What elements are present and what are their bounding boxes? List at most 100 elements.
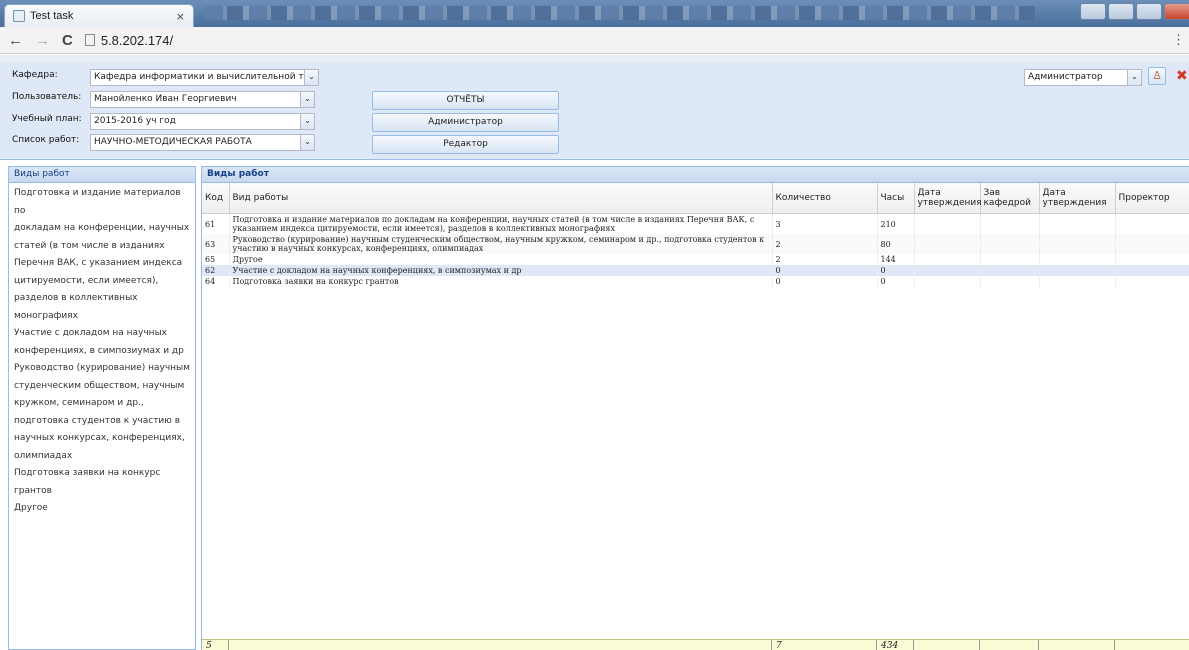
cell-empty — [1115, 253, 1189, 265]
cell-code: 63 — [202, 233, 230, 254]
list-item[interactable]: олимпиадах — [12, 448, 192, 466]
cell-hours: 0 — [877, 275, 915, 287]
works-list-label: Список работ: — [12, 135, 80, 145]
cell-empty — [914, 253, 981, 265]
work-types-panel-title: Виды работ — [9, 167, 195, 183]
works-list-select[interactable]: НАУЧНО-МЕТОДИЧЕСКАЯ РАБОТА ⌄ — [90, 134, 315, 151]
table-row[interactable]: 62 Участие с докладом на научных конфере… — [202, 264, 1189, 276]
browser-menu-icon[interactable]: ⋮ — [1172, 32, 1185, 48]
cell-code: 62 — [202, 264, 230, 276]
cell-work-type: Участие с докладом на научных конференци… — [229, 264, 773, 276]
maximize-icon[interactable] — [1136, 3, 1162, 20]
list-item[interactable]: студенческим обществом, научным — [12, 378, 192, 396]
column-header-head-of-department[interactable]: Зав кафедрой — [980, 183, 1040, 214]
column-header-hours[interactable]: Часы — [877, 183, 915, 214]
cell-empty — [1039, 253, 1116, 265]
cell-hours: 144 — [877, 253, 915, 265]
minimize-icon[interactable] — [1108, 3, 1134, 20]
list-item[interactable]: Подготовка заявки на конкурс грантов — [12, 465, 192, 500]
table-row[interactable]: 65 Другое 2 144 — [202, 253, 1189, 265]
cell-quantity: 0 — [772, 264, 878, 276]
summary-count: 5 — [202, 640, 229, 650]
list-item[interactable]: Другое — [12, 500, 192, 518]
role-select[interactable]: Администратор ⌄ — [1024, 69, 1142, 86]
list-item[interactable]: Подготовка и издание материалов по — [12, 185, 192, 220]
window-close-icon[interactable] — [1164, 3, 1189, 20]
cell-empty — [1115, 233, 1189, 254]
chevron-down-icon[interactable]: ⌄ — [300, 92, 314, 107]
list-item[interactable]: Руководство (курирование) научным — [12, 360, 192, 378]
profile-icon[interactable] — [1080, 3, 1106, 20]
summary-quantity: 7 — [772, 640, 877, 650]
column-header-approval-date-2[interactable]: Дата утверждения — [1039, 183, 1116, 214]
user-profile-icon[interactable]: ♙ — [1148, 67, 1166, 85]
column-header-work-type[interactable]: Вид работы — [229, 183, 773, 214]
summary-empty — [1039, 640, 1115, 650]
user-select[interactable]: Манойленко Иван Георгиевич ⌄ — [90, 91, 315, 108]
plan-select[interactable]: 2015-2016 уч год ⌄ — [90, 113, 315, 130]
cell-work-type: Другое — [229, 253, 773, 265]
list-item[interactable]: статей (в том числе в изданиях — [12, 238, 192, 256]
department-select[interactable]: Кафедра информатики и вычислительной тех… — [90, 69, 319, 86]
table-row[interactable]: 61 Подготовка и издание материалов по до… — [202, 213, 1189, 234]
cell-empty — [1039, 275, 1116, 287]
cell-code: 64 — [202, 275, 230, 287]
reload-button[interactable]: C — [62, 32, 73, 49]
address-bar[interactable]: 5.8.202.174/ — [101, 33, 173, 48]
cell-quantity: 3 — [772, 213, 878, 234]
cell-hours: 0 — [877, 264, 915, 276]
table-row[interactable]: 64 Подготовка заявки на конкурс грантов … — [202, 275, 1189, 287]
cell-empty — [1039, 213, 1116, 234]
chevron-down-icon[interactable]: ⌄ — [300, 135, 314, 150]
reports-button[interactable]: ОТЧЁТЫ — [372, 91, 559, 110]
cell-empty — [1115, 275, 1189, 287]
list-item[interactable]: докладам на конференции, научных — [12, 220, 192, 238]
cell-work-type: Подготовка и издание материалов по докла… — [229, 213, 773, 234]
table-row[interactable]: 63 Руководство (курирование) научным сту… — [202, 233, 1189, 254]
chevron-down-icon[interactable]: ⌄ — [304, 70, 318, 85]
editor-button[interactable]: Редактор — [372, 135, 559, 154]
list-item[interactable]: подготовка студентов к участию в — [12, 413, 192, 431]
summary-hours: 434 — [877, 640, 914, 650]
browser-tab[interactable]: Test task × — [4, 4, 194, 27]
list-item[interactable]: кружком, семинаром и др., — [12, 395, 192, 413]
list-item[interactable]: разделов в коллективных — [12, 290, 192, 308]
cell-empty — [914, 233, 981, 254]
chevron-down-icon[interactable]: ⌄ — [300, 114, 314, 129]
cell-code: 61 — [202, 213, 230, 234]
cell-work-type: Подготовка заявки на конкурс грантов — [229, 275, 773, 287]
filter-form: Кафедра: Кафедра информатики и вычислите… — [0, 63, 1189, 160]
cell-empty — [1115, 264, 1189, 276]
grid-summary-row: 5 7 434 — [202, 639, 1189, 650]
list-item[interactable]: научных конкурсах, конференциях, — [12, 430, 192, 448]
list-item[interactable]: конференциях, в симпозиумах и др — [12, 343, 192, 361]
plan-label: Учебный план: — [12, 114, 82, 124]
list-item[interactable]: монографиях — [12, 308, 192, 326]
column-header-vice-rector[interactable]: Проректор — [1115, 183, 1189, 214]
cell-empty — [1115, 213, 1189, 234]
list-item[interactable]: Перечня ВАК, с указанием индекса — [12, 255, 192, 273]
page-top-band — [0, 55, 1189, 63]
cell-empty — [1039, 264, 1116, 276]
cell-empty — [980, 213, 1040, 234]
cell-empty — [914, 264, 981, 276]
works-list-value: НАУЧНО-МЕТОДИЧЕСКАЯ РАБОТА — [94, 137, 252, 147]
summary-empty — [980, 640, 1039, 650]
cell-hours: 80 — [877, 233, 915, 254]
cell-quantity: 2 — [772, 253, 878, 265]
cell-hours: 210 — [877, 213, 915, 234]
back-button[interactable]: ← — [8, 32, 23, 49]
column-header-quantity[interactable]: Количество — [772, 183, 878, 214]
logout-icon[interactable]: ✖ — [1176, 68, 1188, 84]
cell-empty — [914, 275, 981, 287]
chevron-down-icon[interactable]: ⌄ — [1127, 70, 1141, 85]
work-types-panel: Виды работ Подготовка и издание материал… — [8, 166, 196, 650]
cell-empty — [980, 253, 1040, 265]
column-header-approval-date[interactable]: Дата утверждения — [914, 183, 982, 214]
forward-button[interactable]: → — [35, 32, 50, 49]
list-item[interactable]: цитируемости, если имеется), — [12, 273, 192, 291]
admin-button[interactable]: Администратор — [372, 113, 559, 132]
list-item[interactable]: Участие с докладом на научных — [12, 325, 192, 343]
tab-close-icon[interactable]: × — [176, 10, 185, 23]
column-header-code[interactable]: Код — [202, 183, 230, 214]
